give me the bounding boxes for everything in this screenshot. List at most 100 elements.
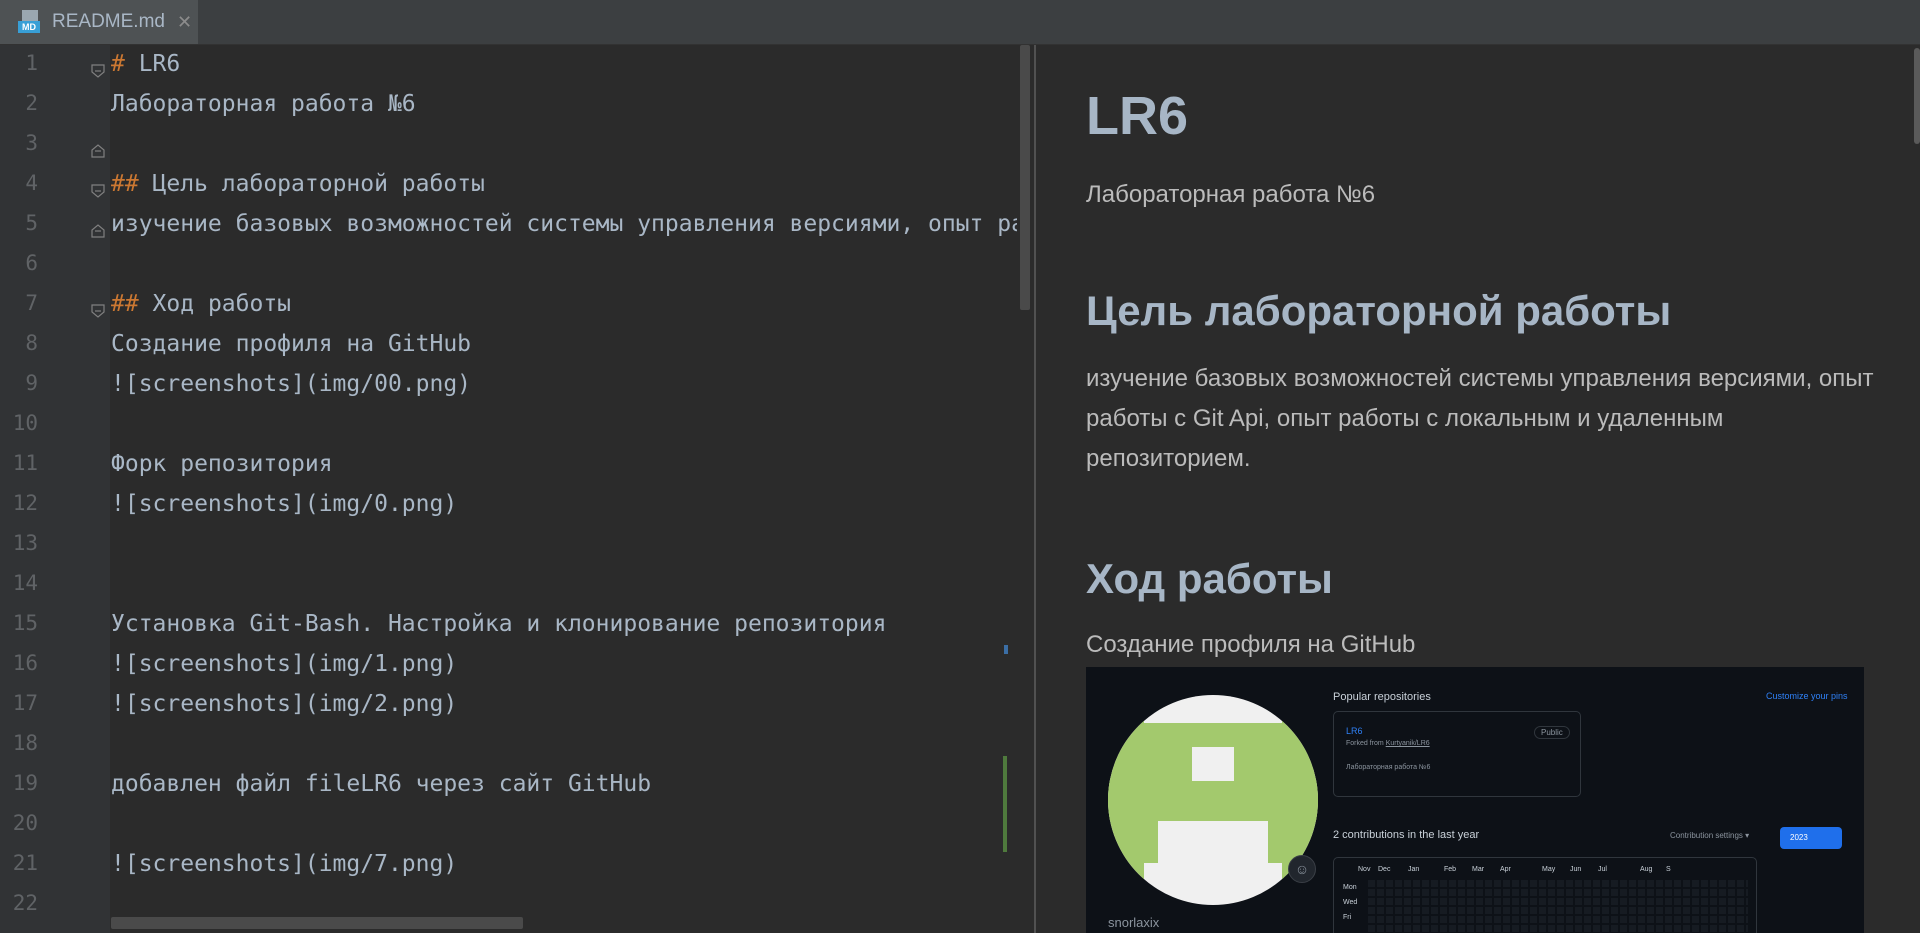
scrollbar-thumb[interactable]	[1020, 45, 1030, 310]
markdown-heading-marker: #	[111, 51, 125, 77]
code-line[interactable]: Установка Git-Bash. Настройка и клониров…	[111, 611, 886, 651]
editor-vertical-scrollbar[interactable]	[1018, 45, 1032, 933]
code-line[interactable]: изучение базовых возможностей системы уп…	[111, 211, 1017, 251]
code-line-text: добавлен файл fileLR6 через сайт GitHub	[111, 771, 652, 797]
calendar-day-label: Wed	[1343, 899, 1358, 906]
line-number: 19	[12, 771, 38, 795]
line-number: 14	[12, 571, 38, 595]
editor-tab-bar: MD README.md ✕	[0, 0, 1920, 45]
markdown-preview: LR6 Лабораторная работа №6 Цель лаборато…	[1036, 45, 1920, 933]
code-line-text: ![screenshots](img/7.png)	[111, 851, 458, 877]
code-line-text: Цель лабораторной работы	[138, 171, 485, 197]
preview-heading-1: LR6	[1086, 86, 1189, 146]
username: snorlaxix	[1108, 915, 1160, 930]
code-line-text: Ход работы	[138, 291, 292, 317]
calendar-month-label: Dec	[1378, 866, 1391, 873]
code-line[interactable]: ## Цель лабораторной работы	[111, 171, 485, 211]
code-line-text: ![screenshots](img/0.png)	[111, 491, 458, 517]
code-line[interactable]: Лабораторная работа №6	[111, 91, 416, 131]
contribution-settings: Contribution settings ▾	[1670, 831, 1750, 840]
fold-end-icon[interactable]	[91, 224, 105, 238]
fold-start-icon[interactable]	[91, 64, 105, 78]
code-line-text: Лабораторная работа №6	[111, 91, 416, 117]
preview-scrollbar[interactable]	[1914, 48, 1920, 144]
code-line[interactable]: ![screenshots](img/1.png)	[111, 651, 457, 691]
line-number: 17	[12, 691, 38, 715]
year-button: 2023	[1780, 827, 1842, 849]
code-line[interactable]: ![screenshots](img/0.png)	[111, 491, 457, 531]
calendar-day-label: Fri	[1343, 914, 1352, 921]
line-number: 12	[12, 491, 38, 515]
code-line-text: Установка Git-Bash. Настройка и клониров…	[111, 611, 887, 637]
line-number: 1	[25, 51, 38, 75]
line-number: 18	[12, 731, 38, 755]
tab-readme-label: README.md	[52, 11, 165, 32]
change-marker	[1004, 645, 1008, 654]
contribution-calendar: Nov Dec Jan Feb Mar Apr May Jun Jul Aug S Mon Wed Fri	[1333, 857, 1757, 933]
code-line-text: LR6	[124, 51, 181, 77]
code-line[interactable]: ![screenshots](img/00.png)	[111, 371, 471, 411]
line-number: 3	[25, 131, 38, 155]
line-number: 5	[25, 211, 38, 235]
calendar-month-label: Jun	[1570, 866, 1582, 873]
calendar-month-label: Apr	[1500, 866, 1511, 873]
line-number: 2	[25, 91, 38, 115]
calendar-month-label: Aug	[1640, 866, 1653, 873]
close-icon[interactable]: ✕	[177, 12, 192, 33]
code-line-text: Форк репозитория	[111, 451, 333, 477]
preview-heading-goal: Цель лабораторной работы	[1086, 287, 1672, 334]
code-line[interactable]: ![screenshots](img/2.png)	[111, 691, 457, 731]
line-number: 9	[25, 371, 38, 395]
line-number: 6	[25, 251, 38, 275]
line-number: 13	[12, 531, 38, 555]
tab-readme[interactable]: MD README.md ✕	[0, 0, 198, 44]
line-number: 15	[12, 611, 38, 635]
markdown-heading-marker: ##	[111, 171, 139, 197]
repo-card: LR6 Public Forked from Kurtyanik/LR6 Лаб…	[1333, 711, 1581, 797]
line-number: 4	[25, 171, 38, 195]
code-area[interactable]: # LR6 Лабораторная работа №6 ## Цель лабор…	[111, 45, 1017, 933]
smiley-icon: ☺	[1288, 855, 1316, 883]
preview-profile-text: Создание профиля на GitHub	[1086, 631, 1416, 658]
fold-start-icon[interactable]	[91, 184, 105, 198]
code-line-text: ![screenshots](img/1.png)	[111, 651, 458, 677]
calendar-month-label: Nov	[1358, 866, 1371, 873]
line-number: 21	[12, 851, 38, 875]
line-number: 7	[25, 291, 38, 315]
fold-end-icon[interactable]	[91, 144, 105, 158]
code-line-text: изучение базовых возможностей системы уп…	[111, 211, 1017, 237]
repo-name: LR6	[1346, 726, 1363, 736]
code-line[interactable]: Форк репозитория	[111, 451, 333, 491]
code-line-text: ![screenshots](img/2.png)	[111, 691, 458, 717]
preview-goal-text: изучение базовых возможностей системы уп…	[1086, 365, 1874, 472]
repo-fork-info: Forked from Kurtyanik/LR6	[1346, 740, 1430, 747]
code-line[interactable]: ## Ход работы	[111, 291, 291, 331]
code-line-text: Создание профиля на GitHub	[111, 331, 472, 357]
added-lines-marker	[1003, 756, 1007, 852]
code-line[interactable]: Создание профиля на GitHub	[111, 331, 471, 371]
markdown-editor[interactable]: 1 2 3 4 5 6 7 8 9 10 11 12 13 14 15 16 17 18 19 20 21 22 # LR…	[0, 45, 1034, 933]
line-number: 16	[12, 651, 38, 675]
popular-repositories-title: Popular repositories	[1333, 691, 1431, 703]
line-number: 10	[12, 411, 38, 435]
code-line[interactable]: ![screenshots](img/7.png)	[111, 851, 457, 891]
calendar-month-label: Jul	[1598, 866, 1607, 873]
code-line[interactable]: добавлен файл fileLR6 через сайт GitHub	[111, 771, 651, 811]
line-number: 20	[12, 811, 38, 835]
preview-paragraph: Лабораторная работа №6	[1086, 181, 1376, 208]
contributions-title: 2 contributions in the last year	[1333, 829, 1480, 841]
calendar-month-label: May	[1542, 866, 1556, 873]
status-badge: Public	[1534, 726, 1570, 739]
calendar-month-label: Feb	[1444, 866, 1457, 873]
markdown-file-icon: MD	[18, 10, 44, 34]
calendar-month-label: Mar	[1472, 866, 1485, 873]
calendar-month-label: Jan	[1408, 866, 1420, 873]
github-profile-screenshot: ☺ snorlaxix Popular repositories Customi…	[1086, 667, 1864, 933]
customize-pins-link: Customize your pins	[1766, 691, 1848, 701]
contribution-cells	[1368, 878, 1748, 933]
line-number-gutter: 1 2 3 4 5 6 7 8 9 10 11 12 13 14 15 16 17 18 19 20 21 22	[0, 45, 110, 933]
fold-start-icon[interactable]	[91, 304, 105, 318]
code-line[interactable]: # LR6	[111, 51, 180, 91]
editor-horizontal-scrollbar[interactable]	[111, 917, 523, 929]
repo-description: Лабораторная работа №6	[1346, 764, 1431, 771]
